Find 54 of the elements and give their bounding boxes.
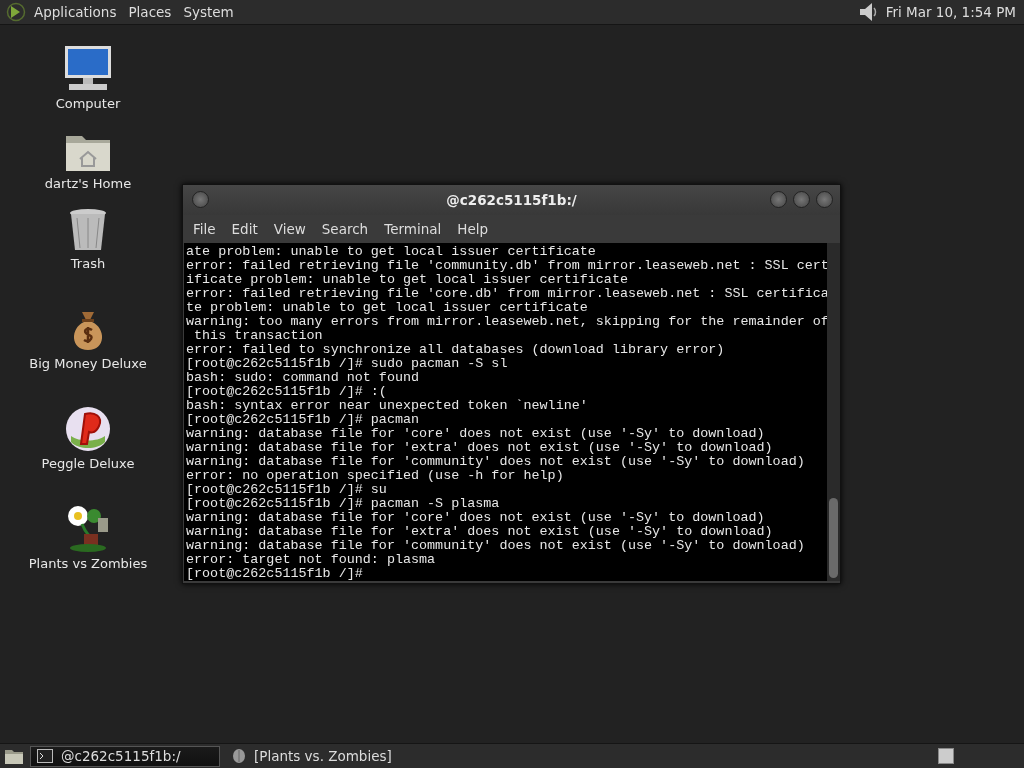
desktop-icon-label[interactable]: Big Money Deluxe	[29, 356, 147, 371]
desktop-icon-label[interactable]: Trash	[70, 256, 106, 271]
terminal-line: error: target not found: plasma	[186, 553, 437, 567]
terminal-icon	[37, 749, 53, 763]
terminal-line: [root@c262c5115f1b /]# :(	[186, 385, 388, 399]
menu-item[interactable]: File	[185, 221, 224, 237]
scrollbar[interactable]	[827, 243, 840, 581]
computer-icon	[63, 44, 113, 92]
ball-icon	[65, 406, 111, 452]
menu-item[interactable]: Edit	[223, 221, 266, 237]
taskbar-button[interactable]: @c262c5115f1b:/	[30, 745, 220, 767]
menu-item[interactable]: Search	[313, 221, 377, 237]
clock[interactable]: Fri Mar 10, 1:54 PM	[885, 4, 1016, 20]
terminal-line: [root@c262c5115f1b /]# su	[186, 483, 388, 497]
terminal-line: warning: database file for 'core' does not exist (use '-Sy' to download)	[186, 427, 766, 441]
panel-menu[interactable]: System	[177, 4, 240, 20]
terminal-line: warning: database file for 'community' does not exist (use '-Sy' to download)	[186, 455, 806, 469]
terminal-line: [root@c262c5115f1b /]# sudo pacman -S sl	[186, 357, 509, 371]
menu-item[interactable]: View	[265, 221, 314, 237]
terminal-line: warning: database file for 'community' does not exist (use '-Sy' to download)	[186, 539, 806, 553]
workspace-switcher[interactable]	[938, 748, 954, 764]
trash-icon	[69, 208, 107, 252]
distro-logo-icon	[6, 2, 26, 22]
taskbar-button[interactable]: [Plants vs. Zombies]	[226, 745, 416, 767]
panel-menu[interactable]: Places	[122, 4, 178, 20]
terminal-line: te problem: unable to get local issuer certificate	[186, 301, 589, 315]
maximize-button[interactable]	[793, 191, 810, 208]
terminal-line: bash: syntax error near unexpected token `newline'	[186, 399, 589, 413]
desktop-icon-label[interactable]: Computer	[55, 96, 121, 111]
terminal-line: error: no operation specified (use -h for help)	[186, 469, 565, 483]
minimize-button[interactable]	[770, 191, 787, 208]
window-menu-button[interactable]	[192, 191, 209, 208]
terminal-line: [root@c262c5115f1b /]# pacman -S plasma	[186, 497, 501, 511]
desktop-icon-label[interactable]: dartz's Home	[44, 176, 132, 191]
close-button[interactable]	[816, 191, 833, 208]
terminal-line: error: failed retrieving file 'community.db' from mirror.leaseweb.net : SSL cert	[186, 259, 825, 273]
terminal-line: error: failed to synchronize all databases (download library error)	[186, 343, 726, 357]
terminal-line: ificate problem: unable to get local issuer certificate	[186, 273, 629, 287]
terminal-line: bash: sudo: command not found	[186, 371, 421, 385]
menu-item[interactable]: Help	[449, 221, 497, 237]
panel-menu[interactable]: Applications	[28, 4, 123, 20]
terminal-line: warning: database file for 'extra' does not exist (use '-Sy' to download)	[186, 525, 774, 539]
menu-item[interactable]: Terminal	[376, 221, 450, 237]
desktop-icon-label[interactable]: Plants vs Zombies	[28, 556, 148, 571]
terminal-line: warning: database file for 'extra' does not exist (use '-Sy' to download)	[186, 441, 774, 455]
terminal-line: ate problem: unable to get local issuer certificate	[186, 245, 597, 259]
desktop-folder-icon[interactable]	[4, 747, 24, 765]
desktop-icon-label[interactable]: Peggle Deluxe	[41, 456, 135, 471]
terminal-line: warning: database file for 'core' does not exist (use '-Sy' to download)	[186, 511, 766, 525]
scrollbar-thumb[interactable]	[829, 498, 838, 578]
terminal-line: this transaction	[193, 329, 324, 343]
terminal-line: [root@c262c5115f1b /]#	[186, 567, 364, 581]
terminal-line: [root@c262c5115f1b /]# pacman	[186, 413, 421, 427]
window-title: @c262c5115f1b:/	[446, 192, 577, 208]
